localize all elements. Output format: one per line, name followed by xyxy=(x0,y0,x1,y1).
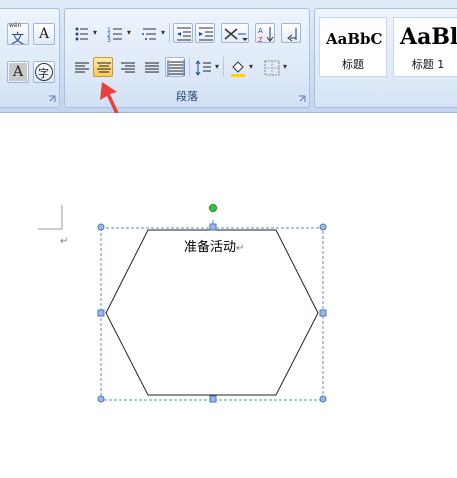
style-heading[interactable]: AaBbC 标题 xyxy=(319,17,387,77)
dialog-launcher-icon[interactable] xyxy=(298,95,306,103)
paint-bucket-icon xyxy=(231,61,245,77)
style-sample: AaBbC xyxy=(326,30,383,48)
svg-text:Z: Z xyxy=(258,36,263,44)
multilevel-dropdown-icon[interactable]: ▾ xyxy=(161,28,165,37)
bullets-dropdown-icon[interactable]: ▾ xyxy=(93,28,97,37)
line-spacing-dropdown-icon[interactable]: ▾ xyxy=(215,62,219,71)
style-name: 标题 xyxy=(342,58,364,71)
separator xyxy=(189,57,190,77)
character-shading-button[interactable]: A xyxy=(7,61,29,83)
font-group: wén 文 A A 字 xyxy=(0,8,60,108)
borders-dropdown-icon[interactable]: ▾ xyxy=(283,62,287,71)
svg-text:A: A xyxy=(258,27,263,35)
phonetic-guide-button[interactable]: wén 文 xyxy=(7,22,29,47)
justify-button[interactable] xyxy=(141,57,161,77)
distributed-icon xyxy=(167,60,185,76)
styles-gallery: AaBbC 标题 AaBl 标题 1 xyxy=(314,8,457,108)
style-heading-1[interactable]: AaBl 标题 1 xyxy=(393,17,457,77)
char-glyph: 字 xyxy=(38,67,49,80)
a-glyph: A xyxy=(39,26,50,42)
center-button[interactable] xyxy=(93,57,113,77)
line-spacing-icon xyxy=(195,60,211,76)
chinese-layout-icon xyxy=(224,28,248,41)
justify-icon xyxy=(145,62,159,73)
borders-button[interactable] xyxy=(261,57,281,77)
margin-marker xyxy=(38,205,63,230)
show-hide-marks-button[interactable] xyxy=(281,23,301,43)
numbering-icon: 123 xyxy=(107,27,122,44)
dialog-launcher-icon[interactable] xyxy=(48,95,56,103)
distributed-button[interactable] xyxy=(165,57,185,77)
shading-dropdown-icon[interactable]: ▾ xyxy=(249,62,253,71)
multilevel-list-icon xyxy=(142,28,156,40)
align-right-icon xyxy=(121,62,135,73)
style-sample: AaBl xyxy=(400,24,457,50)
style-name: 标题 1 xyxy=(411,58,445,71)
bullets-icon xyxy=(75,27,88,41)
phonetic-glyph: 文 xyxy=(11,32,25,47)
increase-indent-button[interactable] xyxy=(195,23,215,43)
text-direction-button[interactable] xyxy=(221,23,249,43)
multilevel-list-button[interactable] xyxy=(139,23,159,43)
align-left-icon xyxy=(75,62,89,73)
align-left-button[interactable] xyxy=(71,57,91,77)
decrease-indent-button[interactable] xyxy=(173,23,193,43)
numbering-dropdown-icon[interactable]: ▾ xyxy=(127,28,131,37)
svg-text:3: 3 xyxy=(107,37,111,44)
paragraph-mark: ↵ xyxy=(60,236,69,247)
paragraph-mark-icon xyxy=(287,28,297,42)
ribbon: wén 文 A A 字 ▾ 123 ▾ ▾ A Z ▾ ▾ ▾ 段落 AaBbC… xyxy=(0,0,457,113)
sort-button[interactable]: AZ xyxy=(255,23,275,44)
enclose-characters-button[interactable]: 字 xyxy=(33,61,55,83)
shape-text[interactable]: 准备活动↵ xyxy=(184,236,244,255)
shading-button[interactable] xyxy=(227,57,247,77)
separator xyxy=(223,57,224,77)
hexagon-shape[interactable]: 准备活动↵ xyxy=(96,220,330,406)
align-right-button[interactable] xyxy=(117,57,137,77)
borders-icon xyxy=(264,60,280,76)
decrease-indent-icon xyxy=(177,27,191,41)
align-center-icon xyxy=(97,62,111,73)
sort-icon: AZ xyxy=(258,27,274,44)
a-glyph: A xyxy=(13,64,24,80)
character-border-button[interactable]: A xyxy=(33,23,55,45)
separator xyxy=(169,23,170,43)
increase-indent-icon xyxy=(199,27,213,41)
line-spacing-button[interactable] xyxy=(193,57,213,77)
bullets-button[interactable] xyxy=(71,23,91,43)
numbering-button[interactable]: 123 xyxy=(105,23,125,44)
